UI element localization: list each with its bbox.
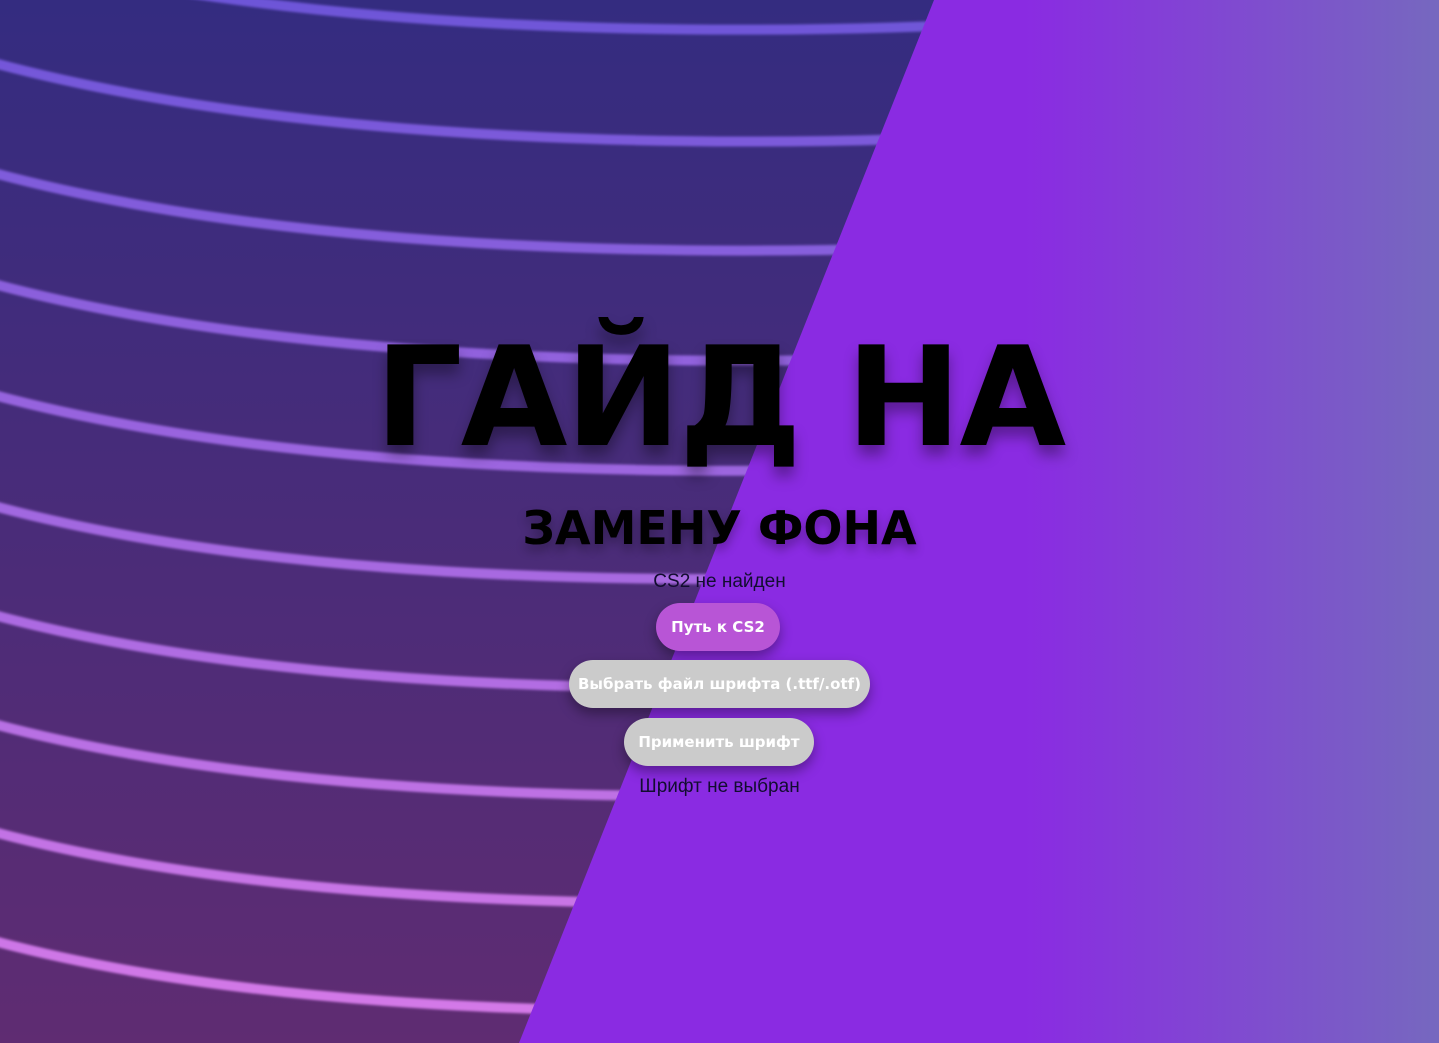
page-title: ГАЙД НА: [374, 317, 1066, 478]
page-subtitle: ЗАМЕНУ ФОНА: [522, 501, 917, 555]
font-status-text: Шрифт не выбран: [639, 776, 800, 797]
apply-font-button[interactable]: Применить шрифт: [624, 718, 814, 766]
choose-font-button[interactable]: Выбрать файл шрифта (.ttf/.otf): [569, 660, 870, 708]
cs2-path-button[interactable]: Путь к CS2: [656, 603, 780, 651]
cs2-status-text: CS2 не найден: [653, 571, 786, 592]
main-content: ГАЙД НА ЗАМЕНУ ФОНА CS2 не найден Путь к…: [0, 0, 1439, 1043]
